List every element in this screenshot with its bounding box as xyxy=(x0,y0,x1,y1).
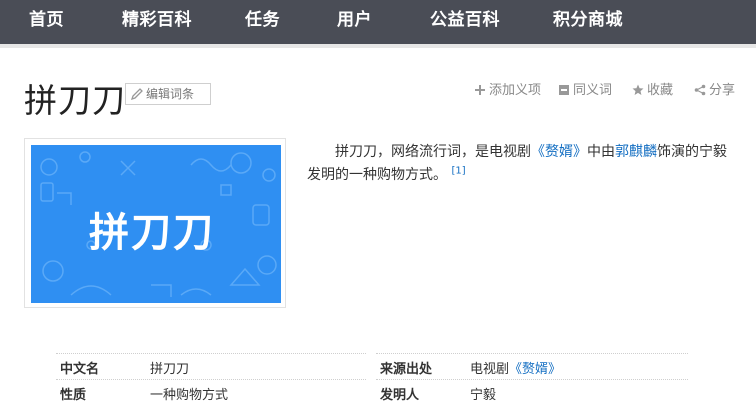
info-row: 发明人 宁毅 xyxy=(376,379,688,404)
info-value-chinese-name: 拼刀刀 xyxy=(150,362,190,377)
nav-item-tasks[interactable]: 任务 xyxy=(245,0,280,44)
nav-item-points-mall[interactable]: 积分商城 xyxy=(553,0,623,44)
info-row: 性质 一种购物方式 xyxy=(56,379,366,404)
page-title: 拼刀刀 xyxy=(24,81,126,120)
summary-picture[interactable]: 拼刀刀 xyxy=(24,138,286,308)
add-meaning-label: 添加义项 xyxy=(489,83,542,98)
source-prefix: 电视剧 xyxy=(470,362,510,377)
info-value-nature: 一种购物方式 xyxy=(150,388,229,403)
image-title-text: 拼刀刀 xyxy=(89,210,215,256)
info-row: 来源出处 电视剧《赘婿》 xyxy=(376,353,688,379)
summary-paragraph: 拼刀刀，网络流行词，是电视剧《赘婿》中由郭麒麟饰演的宁毅发明的一种购物方式。 [… xyxy=(307,141,737,187)
drama-link[interactable]: 《赘婿》 xyxy=(531,144,587,160)
synonym-icon xyxy=(559,85,569,95)
summary-text-mid: 中由 xyxy=(587,144,615,160)
lemma-summary: 拼刀刀，网络流行词，是电视剧《赘婿》中由郭麒麟饰演的宁毅发明的一种购物方式。 [… xyxy=(307,141,737,187)
basic-info-table: 中文名 拼刀刀 性质 一种购物方式 来源出处 电视剧《赘婿》 发明人 宁毅 xyxy=(56,353,688,404)
info-key-inventor: 发明人 xyxy=(380,388,420,403)
star-icon xyxy=(632,84,644,95)
collect-button[interactable]: 收藏 xyxy=(632,83,680,101)
synonym-label: 同义词 xyxy=(573,83,613,98)
add-meaning-button[interactable]: 添加义项 xyxy=(474,83,544,101)
nav-item-home[interactable]: 首页 xyxy=(29,0,64,44)
info-key-nature: 性质 xyxy=(60,388,87,403)
summary-image: 拼刀刀 xyxy=(31,145,281,303)
edit-entry-button[interactable]: 编辑词条 xyxy=(125,83,211,105)
synonym-button[interactable]: 同义词 xyxy=(558,83,618,101)
share-label: 分享 xyxy=(709,83,736,98)
share-icon xyxy=(694,84,706,96)
pencil-icon xyxy=(130,88,143,101)
nav-item-featured[interactable]: 精彩百科 xyxy=(122,0,192,44)
top-navigation-bar: 首页 精彩百科 任务 用户 公益百科 积分商城 xyxy=(0,0,756,44)
summary-text-prefix: 拼刀刀，网络流行词，是电视剧 xyxy=(335,144,531,160)
info-value-inventor: 宁毅 xyxy=(470,388,497,403)
info-key-chinese-name: 中文名 xyxy=(60,362,100,377)
nav-item-charity[interactable]: 公益百科 xyxy=(430,0,500,44)
info-value-source: 电视剧《赘婿》 xyxy=(470,358,561,377)
share-button[interactable]: 分享 xyxy=(694,83,742,101)
plus-icon xyxy=(475,85,485,95)
nav-divider xyxy=(0,44,756,48)
edit-entry-label: 编辑词条 xyxy=(146,87,195,101)
reference-link[interactable]: [1] xyxy=(451,165,465,176)
nav-item-users[interactable]: 用户 xyxy=(337,0,372,44)
actor-link[interactable]: 郭麒麟 xyxy=(615,144,657,160)
info-key-source: 来源出处 xyxy=(380,362,433,377)
info-row: 中文名 拼刀刀 xyxy=(56,353,366,379)
collect-label: 收藏 xyxy=(647,83,674,98)
source-drama-link[interactable]: 《赘婿》 xyxy=(509,362,561,377)
